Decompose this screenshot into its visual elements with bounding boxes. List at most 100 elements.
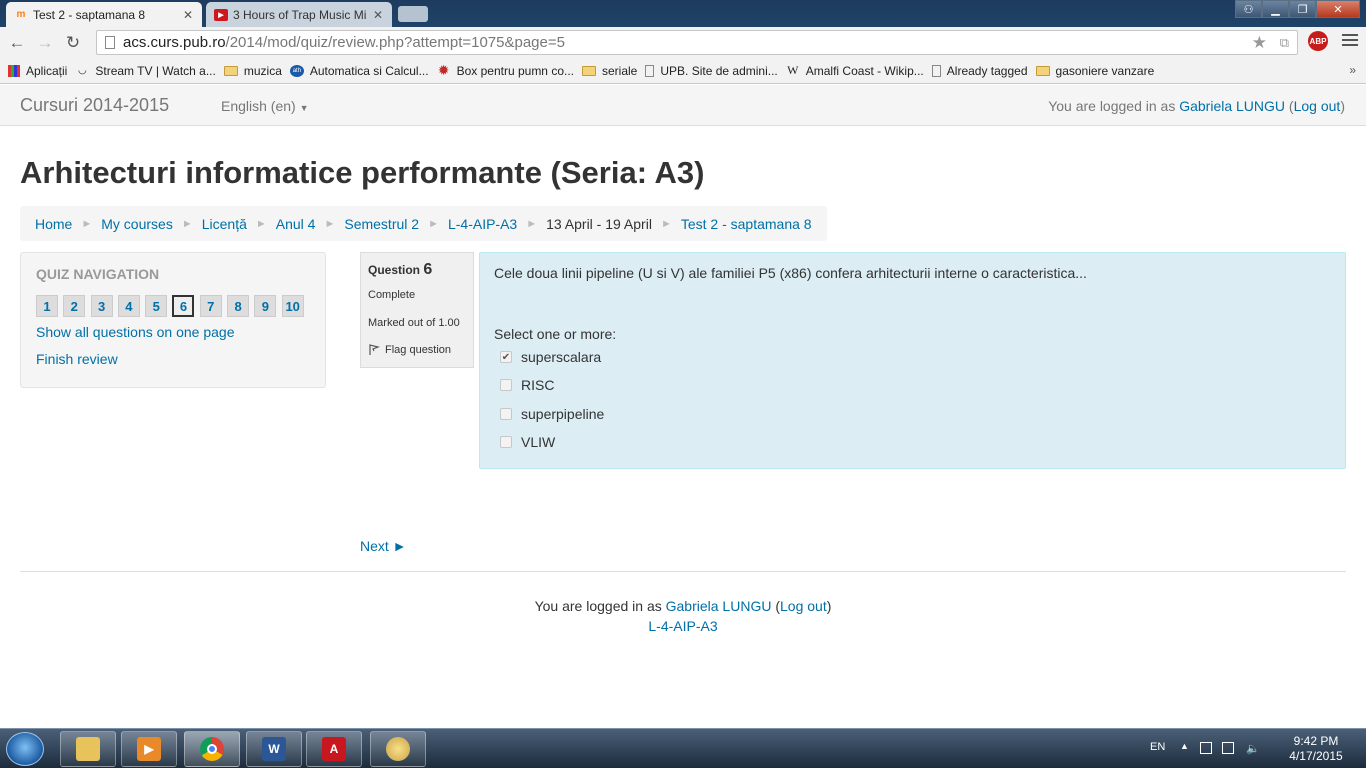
breadcrumb-licenta[interactable]: Licență [202, 216, 247, 232]
breadcrumb-week: 13 April - 19 April [546, 215, 652, 232]
device-icon[interactable] [1222, 742, 1234, 754]
footer-course-link[interactable]: L-4-AIP-A3 [648, 618, 717, 634]
breadcrumb-separator-icon: ► [428, 217, 439, 230]
question-button-8[interactable]: 8 [227, 295, 250, 317]
new-tab-button[interactable] [398, 6, 428, 22]
tab-close-icon[interactable]: ✕ [372, 8, 384, 22]
site-icon: ath [289, 64, 304, 77]
footer-divider [20, 571, 1346, 572]
answer-option-2[interactable]: RISC [500, 377, 554, 393]
extension-icon[interactable]: ⧉ [1280, 35, 1289, 51]
folder-icon [223, 65, 238, 76]
footer-logout-link[interactable]: Log out [780, 598, 827, 614]
bookmark-label: UPB. Site de admini... [660, 63, 778, 78]
question-button-5[interactable]: 5 [145, 295, 168, 317]
bookmark-already-tagged[interactable]: Already tagged [931, 63, 1028, 78]
breadcrumb-course[interactable]: L-4-AIP-A3 [448, 216, 517, 232]
question-button-9[interactable]: 9 [254, 295, 277, 317]
chrome-menu-icon[interactable] [1342, 34, 1358, 49]
breadcrumb-test[interactable]: Test 2 - saptamana 8 [681, 216, 812, 232]
bookmark-label: Amalfi Coast - Wikip... [805, 63, 924, 78]
minimize-icon[interactable]: ▁ [1262, 0, 1289, 18]
maximize-icon[interactable]: ❐ [1289, 0, 1316, 18]
breadcrumb-anul-4[interactable]: Anul 4 [276, 216, 316, 232]
question-button-7[interactable]: 7 [199, 295, 222, 317]
bookmarks-overflow-icon[interactable]: » [1349, 63, 1356, 77]
taskbar-word[interactable]: W [246, 731, 302, 767]
windows-taskbar: ▶ W A EN ▲ 🔈 9:42 PM 4/17/2015 [0, 728, 1366, 768]
logout-link[interactable]: Log out [1294, 98, 1341, 114]
bookmark-box[interactable]: ✹ Box pentru pumn co... [437, 62, 574, 78]
bookmark-folder-seriale[interactable]: seriale [582, 64, 637, 78]
bookmark-apps[interactable]: Aplicații [8, 64, 67, 78]
question-button-2[interactable]: 2 [63, 295, 86, 317]
close-window-icon[interactable]: ✕ [1316, 0, 1360, 18]
answer-checkbox-checked[interactable]: ✔ [500, 351, 512, 363]
answer-option-3[interactable]: superpipeline [500, 406, 604, 422]
breadcrumb: Home ► My courses ► Licență ► Anul 4 ► Semes… [20, 206, 827, 241]
next-page-link[interactable]: Next ► [360, 538, 407, 554]
bookmark-folder-gasoniere[interactable]: gasoniere vanzare [1035, 63, 1155, 78]
folder-icon [1035, 65, 1050, 76]
volume-icon[interactable]: 🔈 [1246, 742, 1260, 755]
answer-option-1[interactable]: ✔ superscalara [500, 349, 601, 365]
bookmark-label: gasoniere vanzare [1055, 63, 1155, 78]
question-button-6-current[interactable]: 6 [172, 295, 195, 317]
question-button-1[interactable]: 1 [36, 295, 58, 317]
tab-youtube[interactable]: ▶ 3 Hours of Trap Music Mi ✕ [206, 2, 392, 27]
adblock-plus-icon[interactable]: ABP [1308, 31, 1328, 51]
answer-checkbox[interactable] [500, 408, 512, 420]
bookmark-automatica[interactable]: ath Automatica si Calcul... [289, 64, 429, 78]
file-explorer-icon [76, 737, 100, 761]
reload-icon[interactable]: ↻ [62, 32, 84, 54]
taskbar-paint[interactable] [370, 731, 426, 767]
language-menu[interactable]: English (en) ▼ [221, 98, 309, 114]
bookmark-amalfi[interactable]: W Amalfi Coast - Wikip... [786, 63, 924, 78]
question-button-4[interactable]: 4 [117, 295, 140, 317]
forward-arrow-icon[interactable]: → [34, 32, 56, 54]
bookmark-label: Already tagged [946, 63, 1028, 78]
site-brand[interactable]: Cursuri 2014-2015 [20, 95, 169, 116]
bookmark-star-icon[interactable]: ★ [1252, 33, 1267, 53]
taskbar-explorer[interactable] [60, 731, 116, 767]
paint-icon [386, 737, 410, 761]
answer-checkbox[interactable] [500, 379, 512, 391]
show-all-questions-link[interactable]: Show all questions on one page [36, 324, 234, 340]
system-clock[interactable]: 9:42 PM 4/17/2015 [1276, 734, 1356, 764]
tab-quiz[interactable]: m Test 2 - saptamana 8 ✕ [6, 2, 202, 27]
bookmark-upb[interactable]: UPB. Site de admini... [645, 63, 778, 78]
page-title: Arhitecturi informatice performante (Ser… [20, 155, 705, 190]
footer-user-link[interactable]: Gabriela LUNGU [666, 598, 772, 614]
question-button-3[interactable]: 3 [90, 295, 113, 317]
youtube-favicon-icon: ▶ [214, 8, 228, 21]
answer-option-4[interactable]: VLIW [500, 434, 555, 450]
breadcrumb-semestrul-2[interactable]: Semestrul 2 [344, 216, 419, 232]
finish-review-link[interactable]: Finish review [36, 351, 118, 367]
bookmark-label: seriale [602, 63, 638, 78]
apps-grid-icon [8, 64, 20, 77]
show-hidden-icons-icon[interactable]: ▲ [1180, 741, 1189, 751]
breadcrumb-my-courses[interactable]: My courses [101, 216, 173, 232]
language-label: English (en) [221, 98, 296, 114]
back-arrow-icon[interactable]: ← [6, 32, 28, 54]
moodle-favicon-icon: m [16, 9, 26, 20]
taskbar-acrobat[interactable]: A [306, 731, 362, 767]
taskbar-media-player[interactable]: ▶ [121, 731, 177, 767]
question-button-10[interactable]: 10 [281, 295, 304, 317]
language-indicator[interactable]: EN [1150, 741, 1165, 753]
action-center-flag-icon[interactable] [1200, 742, 1212, 754]
breadcrumb-home[interactable]: Home [35, 216, 72, 232]
tab-strip: m Test 2 - saptamana 8 ✕ ▶ 3 Hours of Tr… [0, 0, 1366, 27]
address-bar[interactable]: acs.curs.pub.ro/2014/mod/quiz/review.php… [96, 30, 1298, 55]
tab-close-icon[interactable]: ✕ [182, 8, 194, 22]
user-profile-link[interactable]: Gabriela LUNGU [1179, 98, 1285, 114]
answer-checkbox[interactable] [500, 436, 512, 448]
page-icon [105, 36, 115, 49]
user-profile-icon[interactable]: ⚇ [1235, 0, 1262, 18]
start-button-icon[interactable] [6, 732, 44, 766]
bookmark-folder-muzica[interactable]: muzica [223, 64, 282, 78]
taskbar-chrome[interactable] [184, 731, 240, 767]
bookmark-stream-tv[interactable]: ◡ Stream TV | Watch a... [75, 64, 216, 78]
question-label: Question [368, 263, 421, 277]
flag-question-button[interactable]: Flag question [368, 344, 451, 356]
